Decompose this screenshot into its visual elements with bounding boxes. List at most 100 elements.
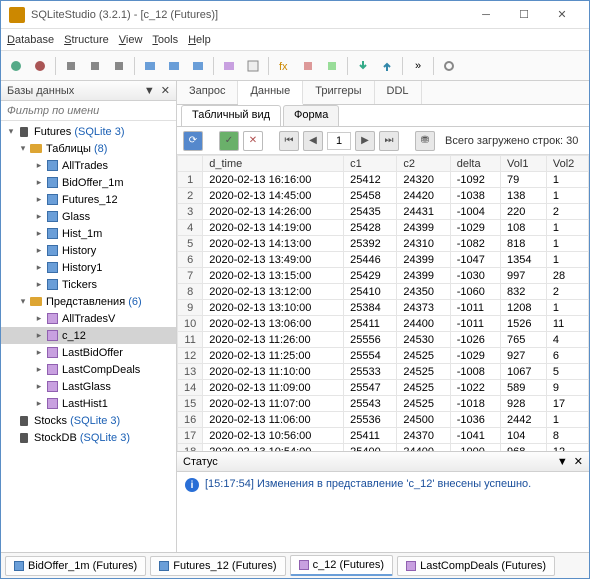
db-futures[interactable]: ▾Futures (SQLite 3): [1, 123, 176, 140]
status-menu-icon[interactable]: ▼: [557, 456, 568, 468]
tool-config[interactable]: [438, 55, 460, 77]
tab-grid-view[interactable]: Табличный вид: [181, 105, 281, 126]
close-button[interactable]: ✕: [543, 4, 581, 26]
tool-export[interactable]: [376, 55, 398, 77]
menu-tools[interactable]: Tools: [152, 34, 178, 46]
table-Futures_12[interactable]: ▸Futures_12: [1, 191, 176, 208]
col-c1[interactable]: c1: [344, 156, 397, 172]
col-Vol1[interactable]: Vol1: [501, 156, 547, 172]
table-row[interactable]: 122020-02-13 11:25:002555424525-10299276: [178, 348, 589, 364]
doc-tab-c12[interactable]: c_12 (Futures): [290, 555, 394, 576]
table-row[interactable]: 102020-02-13 13:06:002541124400-10111526…: [178, 316, 589, 332]
last-page-button[interactable]: ⏭: [379, 131, 399, 151]
tool-add-db[interactable]: [60, 55, 82, 77]
table-Glass[interactable]: ▸Glass: [1, 208, 176, 225]
table-BidOffer_1m[interactable]: ▸BidOffer_1m: [1, 174, 176, 191]
table-row[interactable]: 162020-02-13 11:06:002553624500-10362442…: [178, 412, 589, 428]
sidebar-close-icon[interactable]: ✕: [161, 84, 170, 97]
db-stockdb[interactable]: StockDB (SQLite 3): [1, 429, 176, 446]
view-LastHist1[interactable]: ▸LastHist1: [1, 395, 176, 412]
tool-collation[interactable]: [297, 55, 319, 77]
menu-help[interactable]: Help: [188, 34, 211, 46]
menu-database[interactable]: Database: [7, 34, 54, 46]
view-c_12[interactable]: ▸c_12: [1, 327, 176, 344]
menu-structure[interactable]: Structure: [64, 34, 109, 46]
table-row[interactable]: 142020-02-13 11:09:002554724525-10225899: [178, 380, 589, 396]
tool-connect[interactable]: [5, 55, 27, 77]
tool-func[interactable]: fx: [273, 55, 295, 77]
db-tree[interactable]: ▾Futures (SQLite 3) ▾Таблицы (8) ▸AllTra…: [1, 121, 176, 552]
refresh-button[interactable]: ⟳: [183, 131, 203, 151]
view-LastCompDeals[interactable]: ▸LastCompDeals: [1, 361, 176, 378]
tool-edit-db[interactable]: [84, 55, 106, 77]
tool-sql[interactable]: [242, 55, 264, 77]
first-page-button[interactable]: ⏮: [279, 131, 299, 151]
title-bar: SQLiteStudio (3.2.1) - [c_12 (Futures)] …: [1, 1, 589, 29]
view-LastBidOffer[interactable]: ▸LastBidOffer: [1, 344, 176, 361]
tool-import[interactable]: [352, 55, 374, 77]
tool-new-view[interactable]: [218, 55, 240, 77]
table-row[interactable]: 182020-02-13 10:54:002540024400-10009681…: [178, 444, 589, 452]
tab-query[interactable]: Запрос: [177, 81, 238, 104]
maximize-button[interactable]: ☐: [505, 4, 543, 26]
minimize-button[interactable]: ─: [467, 4, 505, 26]
doc-tab-futures12[interactable]: Futures_12 (Futures): [150, 556, 285, 576]
table-row[interactable]: 22020-02-13 14:45:002545824420-10381381: [178, 188, 589, 204]
table-row[interactable]: 82020-02-13 13:12:002541024350-10608322: [178, 284, 589, 300]
table-History[interactable]: ▸History: [1, 242, 176, 259]
tool-next[interactable]: »: [407, 55, 429, 77]
table-AllTrades[interactable]: ▸AllTrades: [1, 157, 176, 174]
table-row[interactable]: 62020-02-13 13:49:002544624399-104713541: [178, 252, 589, 268]
col-delta[interactable]: delta: [450, 156, 500, 172]
table-Hist_1m[interactable]: ▸Hist_1m: [1, 225, 176, 242]
table-row[interactable]: 172020-02-13 10:56:002541124370-10411048: [178, 428, 589, 444]
doc-tab-lastcompdeals[interactable]: LastCompDeals (Futures): [397, 556, 555, 576]
tab-form-view[interactable]: Форма: [283, 105, 339, 126]
rollback-button[interactable]: ✕: [243, 131, 263, 151]
col-Vol2[interactable]: Vol2: [546, 156, 588, 172]
table-Tickers[interactable]: ▸Tickers: [1, 276, 176, 293]
view-AllTradesV[interactable]: ▸AllTradesV: [1, 310, 176, 327]
filter-input[interactable]: [1, 101, 176, 120]
status-close-icon[interactable]: ✕: [574, 455, 583, 468]
tool-edit-table[interactable]: [163, 55, 185, 77]
commit-button[interactable]: ✓: [219, 131, 239, 151]
next-page-button[interactable]: ▶: [355, 131, 375, 151]
table-row[interactable]: 152020-02-13 11:07:002554324525-10189281…: [178, 396, 589, 412]
table-History1[interactable]: ▸History1: [1, 259, 176, 276]
prev-page-button[interactable]: ◀: [303, 131, 323, 151]
db-stocks[interactable]: Stocks (SQLite 3): [1, 412, 176, 429]
app-icon: [9, 7, 25, 23]
tool-disconnect[interactable]: [29, 55, 51, 77]
table-row[interactable]: 42020-02-13 14:19:002542824399-10291081: [178, 220, 589, 236]
page-input[interactable]: [327, 132, 351, 150]
filter-button[interactable]: ⛃: [415, 131, 435, 151]
view-LastGlass[interactable]: ▸LastGlass: [1, 378, 176, 395]
tab-data[interactable]: Данные: [238, 81, 303, 105]
status-message: [15:17:54] Изменения в представление 'c_…: [205, 478, 531, 490]
table-row[interactable]: 72020-02-13 13:15:002542924399-103099728: [178, 268, 589, 284]
tool-remove-db[interactable]: [108, 55, 130, 77]
menu-view[interactable]: View: [119, 34, 143, 46]
main-tabs: Запрос Данные Триггеры DDL: [177, 81, 589, 105]
folder-views[interactable]: ▾Представления (6): [1, 293, 176, 310]
folder-tables[interactable]: ▾Таблицы (8): [1, 140, 176, 157]
table-row[interactable]: 112020-02-13 11:26:002555624530-10267654: [178, 332, 589, 348]
col-c2[interactable]: c2: [397, 156, 450, 172]
svg-text:fx: fx: [279, 61, 288, 73]
sidebar-menu-icon[interactable]: ▼: [144, 85, 155, 97]
table-row[interactable]: 92020-02-13 13:10:002538424373-101112081: [178, 300, 589, 316]
tab-ddl[interactable]: DDL: [375, 81, 422, 104]
table-row[interactable]: 32020-02-13 14:26:002543524431-10042202: [178, 204, 589, 220]
data-grid[interactable]: d_timec1c2deltaVol1Vol212020-02-13 16:16…: [177, 155, 589, 451]
table-row[interactable]: 132020-02-13 11:10:002553324525-10081067…: [178, 364, 589, 380]
tool-new-table[interactable]: [139, 55, 161, 77]
tool-ext[interactable]: [321, 55, 343, 77]
col-d_time[interactable]: d_time: [203, 156, 344, 172]
doc-tab-bidoffer[interactable]: BidOffer_1m (Futures): [5, 556, 146, 576]
tab-triggers[interactable]: Триггеры: [303, 81, 374, 104]
table-row[interactable]: 52020-02-13 14:13:002539224310-10828181: [178, 236, 589, 252]
tool-del-table[interactable]: [187, 55, 209, 77]
table-row[interactable]: 12020-02-13 16:16:002541224320-1092791: [178, 172, 589, 188]
content-area: Запрос Данные Триггеры DDL Табличный вид…: [177, 81, 589, 552]
